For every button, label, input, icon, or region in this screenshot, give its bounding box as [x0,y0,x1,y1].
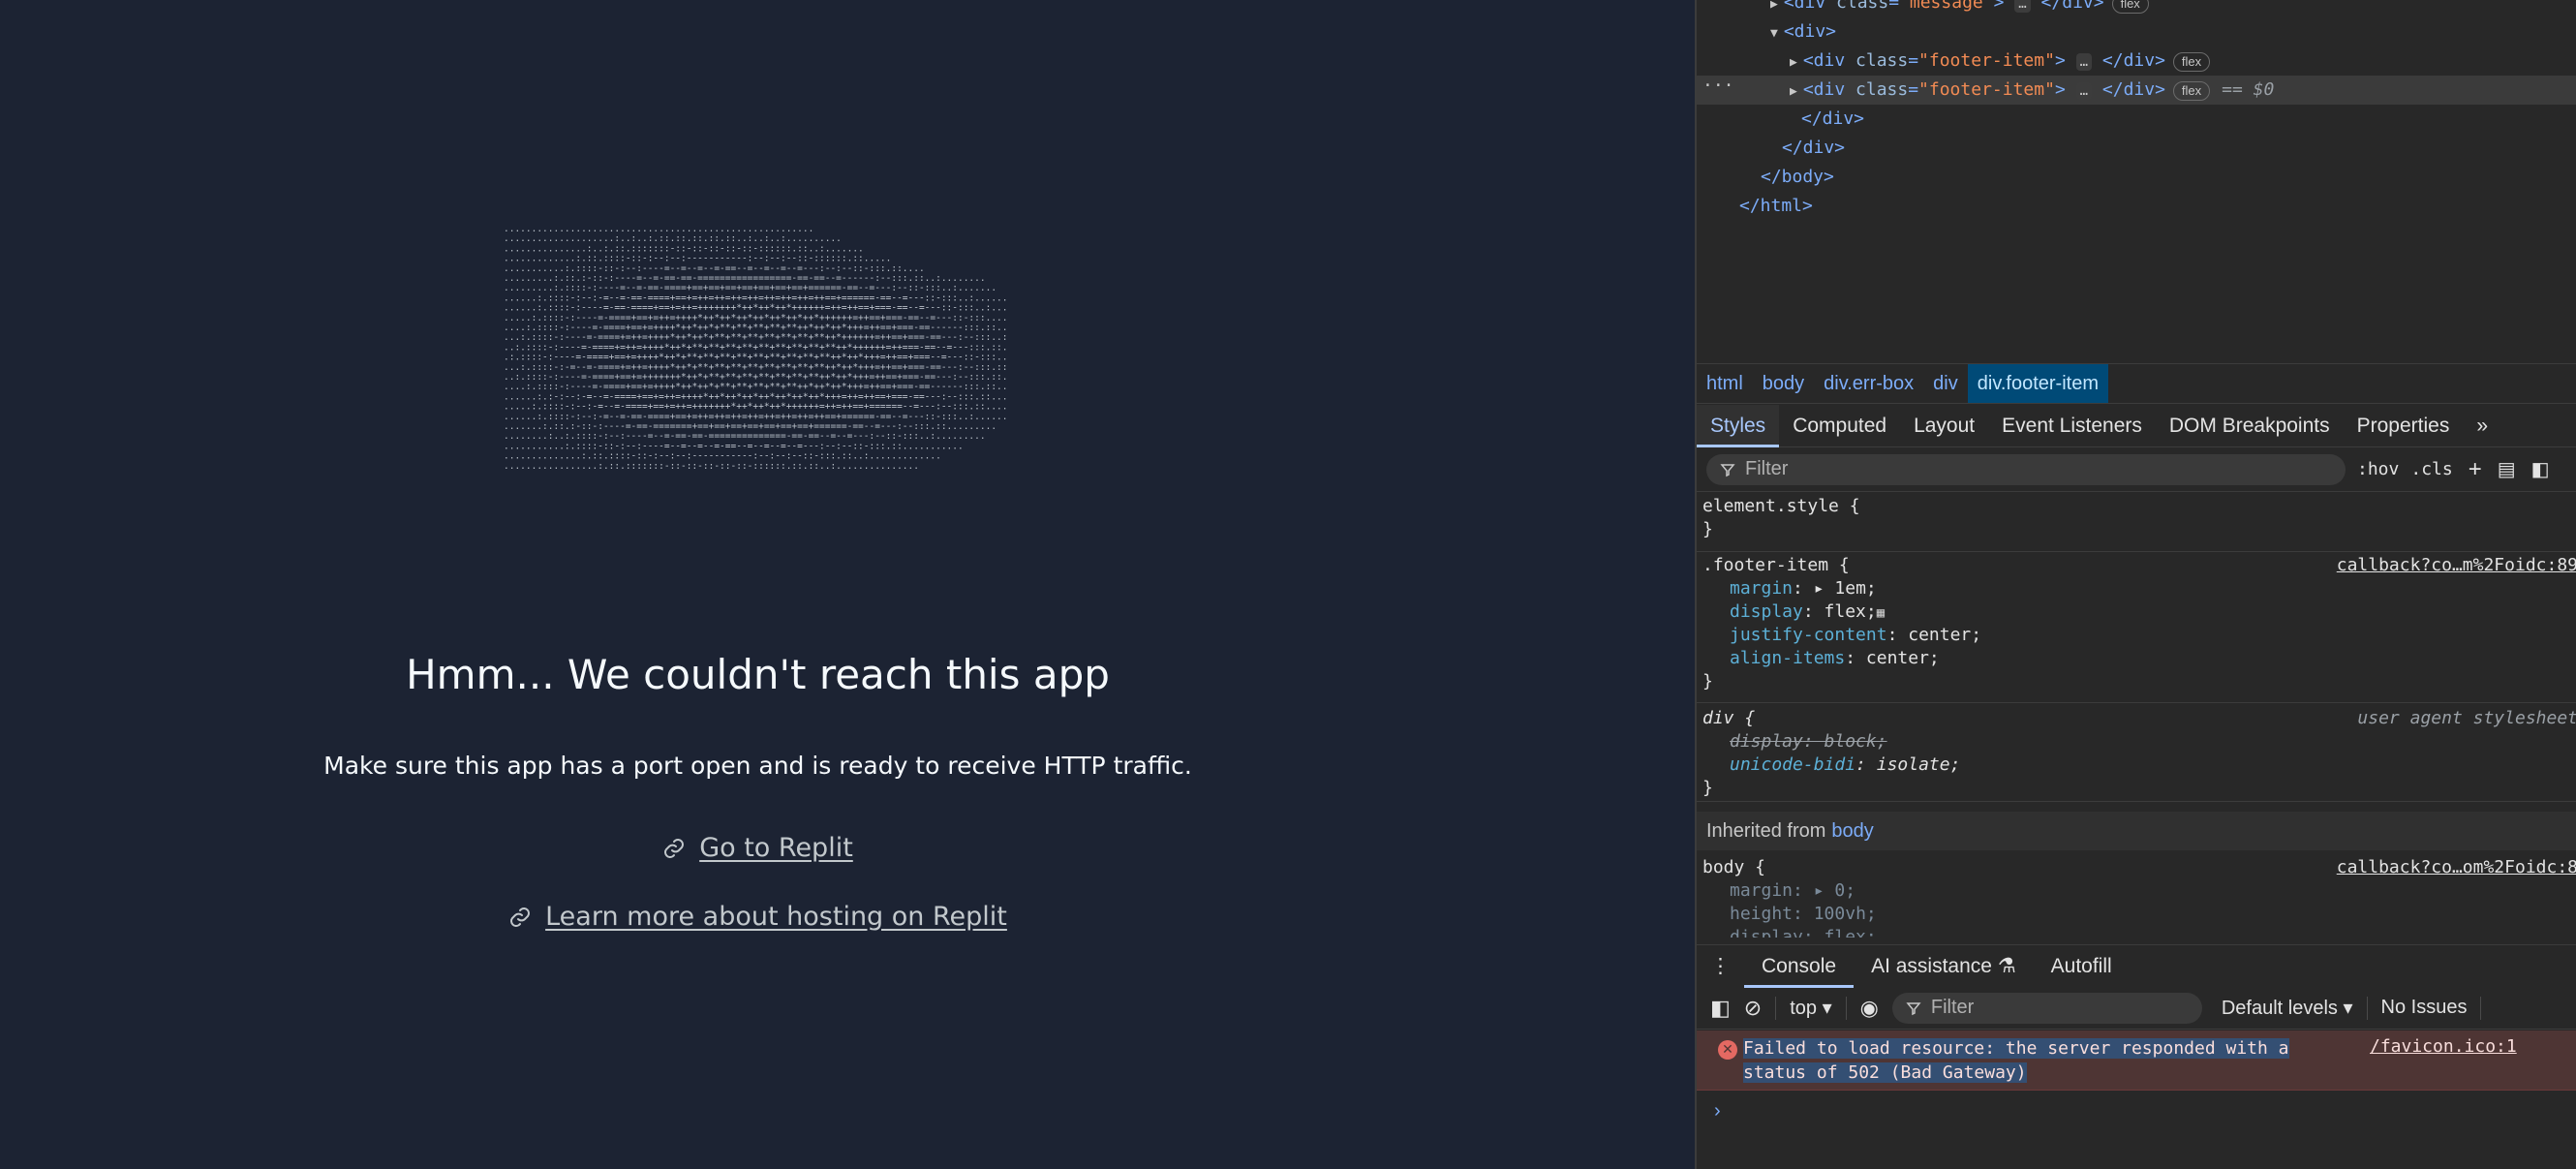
tab-dom-breakpoints[interactable]: DOM Breakpoints [2156,405,2344,447]
footer-rule-source-link[interactable]: callback?co…m%2Foidc:89 [2337,554,2576,577]
clear-console-icon[interactable]: ⊘ [1744,996,1762,1021]
separator [2366,996,2368,1020]
console-filter-input[interactable]: Filter [1891,992,2202,1024]
flex-editor-icon[interactable]: ▦ [1877,605,1885,621]
drawer-tab-bar: ⋮ Console AI assistance ⚗ Autofill [1697,944,2576,988]
dom-line-div-open[interactable]: ▼ <div> [1770,17,1836,46]
dom-line-message[interactable]: ▶ <div class="message"> … </div> flex [1770,0,2149,17]
error-title: Hmm... We couldn't reach this app [406,651,1110,698]
styles-pane: element.style { } .footer-item { callbac… [1697,492,2576,938]
prop-align-items[interactable]: align-items: center; [1730,647,1940,670]
tab-ai-assistance[interactable]: AI assistance ⚗ [1854,945,2034,988]
console-toolbar: ◧ ⊘ top ▾ ◉ Filter Default levels ▾ No I… [1697,987,2576,1030]
error-text-line1: Failed to load resource: the server resp… [1743,1038,2289,1059]
breadcrumb-body[interactable]: body [1753,364,1814,403]
error-text-line2: status of 502 (Bad Gateway) [1743,1062,2027,1083]
paint-icon[interactable]: ▤ [2498,457,2516,481]
prop-body-margin: margin: ▸ 0; [1730,880,1856,901]
cloud-art-row: .................:.::.:::::::-::-::-::-:… [504,461,919,472]
more-options-icon[interactable]: ··· [1702,76,1734,96]
tab-console[interactable]: Console [1744,945,1855,988]
dom-line-div-close-2[interactable]: </div> [1782,134,1845,163]
prop-body-height: height: 100vh; [1730,904,1877,924]
cls-toggle[interactable]: .cls [2410,459,2452,479]
breadcrumb-err-box[interactable]: div.err-box [1814,364,1923,403]
expand-triangle-icon[interactable]: ▶ [1790,84,1797,99]
error-page: ........................................… [0,0,1695,1169]
devtools-panel: ▶ <div class="message"> … </div> flex ▼ <di… [1695,0,2576,1169]
dom-line-footer-item-1[interactable]: ▶ <div class="footer-item"> … </div> flex [1790,46,2211,76]
tab-event-listeners[interactable]: Event Listeners [1988,405,2156,447]
issues-counter[interactable]: No Issues [2381,997,2468,1019]
dom-line-div-close[interactable]: </div> [1801,105,1864,134]
link-icon [510,908,531,927]
breadcrumb-footer-item[interactable]: div.footer-item [1967,364,2108,403]
body-rule-selector: body { [1702,857,1766,877]
cloud-ascii-art: ........................................… [504,224,1007,472]
error-source-link[interactable]: /favicon.ico:1 [2370,1036,2517,1057]
drawer-menu-icon[interactable]: ⋮ [1697,945,1744,988]
tab-computed[interactable]: Computed [1779,405,1900,447]
learn-hosting-label[interactable]: Learn more about hosting on Replit [545,902,1007,932]
div-ua-rule: div { user agent stylesheet display: blo… [1697,703,2576,802]
inherited-from-header: Inherited from body [1697,812,2576,850]
tab-properties[interactable]: Properties [2344,405,2464,447]
tab-styles[interactable]: Styles [1697,404,1780,447]
toggle-sidebar-icon[interactable]: ◧ [2531,457,2550,481]
separator [2480,996,2482,1020]
prop-display-overridden: display: block; [1730,731,1887,752]
sidebar-toggle-icon[interactable]: ◧ [1710,996,1731,1021]
prop-margin[interactable]: margin: ▸ 1em; [1730,577,1877,600]
dom-line-html-close[interactable]: </html> [1739,192,1813,221]
error-icon: ✕ [1718,1040,1737,1060]
breadcrumb-div[interactable]: div [1923,364,1968,403]
link-icon [664,839,685,858]
prop-unicode-bidi: unicode-bidi: isolate; [1730,754,1961,775]
new-rule-icon[interactable]: + [2469,456,2482,483]
log-levels-select[interactable]: Default levels ▾ [2222,996,2353,1020]
dom-line-footer-item-2-selected[interactable]: ▶ <div class="footer-item"> … </div> flex =… [1697,76,2576,105]
tab-layout[interactable]: Layout [1900,405,1988,447]
learn-hosting-link[interactable]: Learn more about hosting on Replit [0,902,1516,932]
filter-icon [1906,1001,1921,1015]
console-prompt[interactable]: › [1714,1100,1721,1123]
separator [1775,996,1777,1020]
go-to-replit-label[interactable]: Go to Replit [699,833,853,863]
styles-toolbar: Filter :hov .cls + ▤ ◧ [1697,447,2576,492]
prop-justify-content[interactable]: justify-content: center; [1730,624,1981,647]
live-expression-eye-icon[interactable]: ◉ [1860,996,1879,1021]
breadcrumb-html[interactable]: html [1697,364,1753,403]
flask-icon: ⚗ [1997,954,2016,977]
separator [1845,996,1847,1020]
tab-autofill[interactable]: Autofill [2034,945,2130,988]
element-style-rule: element.style { } [1697,492,2576,552]
inherited-element-link[interactable]: body [1831,820,1873,842]
expand-triangle-icon[interactable]: ▶ [1790,55,1797,70]
breadcrumb: html body div.err-box div div.footer-ite… [1697,363,2576,404]
error-subtitle: Make sure this app has a port open and i… [323,752,1192,780]
dom-line-body-close[interactable]: </body> [1761,163,1834,192]
styles-tab-bar: Styles Computed Layout Event Listeners D… [1697,404,2576,447]
prop-display[interactable]: display: flex;▦ [1730,600,1885,624]
prop-body-display: display: flex; [1730,927,1877,938]
body-rule-source-link[interactable]: callback?co…om%2Foidc:8 [2337,856,2576,879]
hov-toggle[interactable]: :hov [2357,459,2399,479]
console-error-message[interactable]: ✕ Failed to load resource: the server re… [1697,1031,2576,1091]
more-tabs-icon[interactable]: » [2463,405,2501,447]
footer-item-rule: .footer-item { callback?co…m%2Foidc:89 m… [1697,552,2576,703]
expand-triangle-icon[interactable]: ▶ [1770,0,1778,12]
filter-icon [1720,463,1735,477]
collapse-triangle-icon[interactable]: ▼ [1770,26,1778,41]
go-to-replit-link[interactable]: Go to Replit [0,833,1516,863]
context-select[interactable]: top ▾ [1790,996,1831,1020]
styles-filter-input[interactable]: Filter [1706,453,2346,485]
dom-tree[interactable]: ▶ <div class="message"> … </div> flex ▼ <di… [1697,0,2576,360]
